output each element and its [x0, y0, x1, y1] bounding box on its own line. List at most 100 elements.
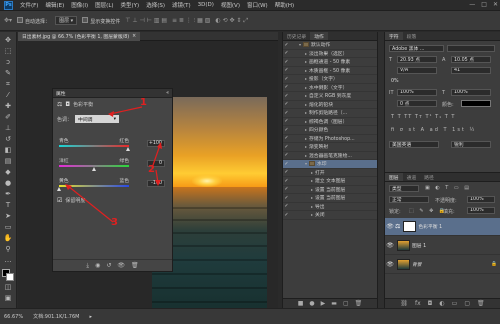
tracking-field[interactable]: 41	[451, 67, 491, 74]
toggle-check-icon[interactable]: ✓	[283, 67, 290, 73]
layer-row[interactable]: 👁 图层 1	[385, 237, 500, 255]
font-style-field[interactable]	[447, 45, 495, 52]
action-item[interactable]: ✓ ▸ 自定义 RGB 到灰度	[283, 92, 377, 101]
action-label: 渐变映射	[309, 145, 329, 151]
filter-icons[interactable]: ▣ ◐ T ▭ ▤	[425, 185, 471, 191]
zoom-level[interactable]: 66.67%	[4, 314, 23, 320]
horizontal-scale-field[interactable]: 100%	[451, 89, 491, 96]
toggle-check-icon[interactable]: ✓	[283, 203, 290, 209]
toggle-check-icon[interactable]: ✓	[283, 50, 290, 56]
fill-field[interactable]: 100%	[467, 207, 495, 214]
action-item[interactable]: ✓ ▸ 熔化的铅块	[283, 101, 377, 109]
leading-field[interactable]: 10.05 点	[451, 56, 491, 63]
blend-mode-dropdown[interactable]: 正常	[389, 196, 429, 203]
new-action-icon[interactable]: ▢	[343, 300, 349, 307]
layers-tabs: 图层 通道 路径	[385, 173, 500, 182]
action-item[interactable]: ✓ ▸ 导出	[283, 203, 377, 211]
action-item[interactable]: ✓ ▸ 画框通道 - 50 像素	[283, 58, 377, 67]
document-size[interactable]: 文档:901.1K/1.76M	[33, 313, 79, 320]
toggle-check-icon[interactable]: ✓	[283, 101, 290, 107]
toggle-check-icon[interactable]: ✓	[283, 195, 290, 201]
action-item[interactable]: ✓ ▸ 渐变映射	[283, 143, 377, 152]
delete-icon[interactable]: 🗑	[477, 300, 485, 307]
toggle-check-icon[interactable]: ✓	[283, 169, 290, 175]
layer-mask-thumbnail[interactable]	[403, 221, 417, 232]
stop-icon[interactable]: ■	[298, 300, 304, 307]
tab-channels[interactable]: 通道	[403, 173, 421, 181]
action-item[interactable]: ✓ ▸ 建立 文本图层	[283, 177, 377, 186]
folder-icon[interactable]: ▭	[452, 300, 458, 307]
toggle-check-icon[interactable]: ✓	[283, 152, 290, 158]
kerning-field[interactable]: V/A	[397, 67, 437, 74]
play-icon[interactable]: ▶	[321, 300, 326, 307]
toggle-check-icon[interactable]: ✓	[283, 135, 290, 141]
layer-name[interactable]: 背景	[412, 261, 422, 268]
action-item[interactable]: ✓ ▾ 水印	[283, 160, 377, 169]
toggle-check-icon[interactable]: ✓	[283, 127, 290, 133]
vertical-scale-field[interactable]: 100%	[397, 89, 437, 96]
baseline-field[interactable]: 0 点	[397, 100, 437, 107]
action-item[interactable]: ✓ ▸ 棕褐色调（图层）	[283, 118, 377, 126]
layer-name[interactable]: 图层 1	[412, 242, 426, 249]
opentype-buttons[interactable]: ﬁ σ st A ad T 1st ½	[391, 127, 476, 133]
new-layer-icon[interactable]: ▢	[464, 300, 470, 307]
toggle-check-icon[interactable]: ✓	[283, 178, 290, 184]
eye-icon[interactable]: 👁	[385, 223, 395, 230]
font-size-field[interactable]: 20.93 点	[397, 56, 437, 63]
chevron-right-icon[interactable]: ▸	[90, 314, 93, 320]
opacity-field[interactable]: 100%	[467, 196, 495, 203]
toggle-check-icon[interactable]: ✓	[283, 118, 290, 124]
action-item[interactable]: ✓ ▸ 存储为 Photoshop...	[283, 135, 377, 143]
action-item[interactable]: ✓ ▸ 水中倒影（文字）	[283, 84, 377, 92]
new-set-icon[interactable]: ▬	[331, 300, 337, 307]
toggle-check-icon[interactable]: ✓	[283, 93, 290, 99]
text-style-buttons[interactable]: T T TT Tт T¹ T₁ T T	[391, 114, 455, 120]
action-item[interactable]: ✓ ▸ 混合器画笔克隆绘...	[283, 152, 377, 160]
action-item[interactable]: ✓ ▾ 默认动作	[283, 41, 377, 50]
action-item[interactable]: ✓ ▸ 淡出效果（选区）	[283, 50, 377, 58]
layer-row[interactable]: 👁 背景 🔒	[385, 256, 500, 274]
tab-character[interactable]: 字符	[385, 32, 403, 40]
action-item[interactable]: ✓ ▸ 投影（文字）	[283, 75, 377, 84]
action-item[interactable]: ✓ ▸ 打开	[283, 169, 377, 177]
toggle-check-icon[interactable]: ✓	[283, 76, 290, 82]
action-label: 设置 当前图层	[315, 187, 346, 193]
toggle-check-icon[interactable]: ✓	[283, 110, 290, 116]
tab-paths[interactable]: 路径	[420, 173, 438, 181]
layer-filter-dropdown[interactable]: 类型	[389, 185, 419, 192]
fx-icon[interactable]: fx	[415, 300, 421, 307]
toggle-check-icon[interactable]: ✓	[283, 59, 290, 65]
lock-icons[interactable]: ⬚ ✎ ✥ 🔒	[409, 208, 447, 214]
action-item[interactable]: ✓ ▸ 制作剪贴路径（...	[283, 109, 377, 118]
layer-name[interactable]: 色彩平衡 1	[418, 223, 442, 230]
tab-paragraph[interactable]: 段落	[403, 32, 421, 40]
toggle-check-icon[interactable]: ✓	[283, 42, 290, 48]
proportional-spacing[interactable]: 0%	[389, 78, 419, 85]
color-label: 颜色:	[442, 102, 454, 108]
tab-actions[interactable]: 动作	[310, 32, 328, 40]
eye-icon[interactable]: 👁	[385, 261, 395, 268]
record-icon[interactable]: ●	[309, 300, 314, 307]
toggle-check-icon[interactable]: ✓	[283, 212, 290, 218]
delete-icon[interactable]: 🗑	[355, 300, 363, 307]
language-field[interactable]: 美国英语	[389, 141, 439, 148]
action-item[interactable]: ✓ ▸ 木质画框 - 50 像素	[283, 67, 377, 75]
eye-icon[interactable]: 👁	[385, 242, 395, 249]
adjustment-icon[interactable]: ◐	[439, 300, 444, 307]
action-item[interactable]: ✓ ▸ 设置 当前图层	[283, 186, 377, 194]
action-item[interactable]: ✓ ▸ 关闭	[283, 211, 377, 220]
toggle-check-icon[interactable]: ✓	[283, 84, 290, 90]
text-color-swatch[interactable]	[461, 100, 491, 107]
toggle-check-icon[interactable]: ✓	[283, 161, 290, 167]
action-item[interactable]: ✓ ▸ 设置 当前图层	[283, 194, 377, 203]
toggle-check-icon[interactable]: ✓	[283, 144, 290, 150]
action-item[interactable]: ✓ ▸ 四分颜色	[283, 126, 377, 135]
layer-row[interactable]: 👁 ⚖ 色彩平衡 1	[385, 218, 500, 236]
font-family-field[interactable]: Adobe 黑体 ...	[389, 45, 444, 52]
tab-layers[interactable]: 图层	[385, 173, 403, 181]
tab-history[interactable]: 历史记录	[283, 32, 310, 40]
link-icon[interactable]: ⛓	[400, 300, 408, 307]
anti-alias-field[interactable]: 锐利	[451, 141, 491, 148]
toggle-check-icon[interactable]: ✓	[283, 186, 290, 192]
add-mask-icon[interactable]: ◘	[428, 300, 433, 307]
